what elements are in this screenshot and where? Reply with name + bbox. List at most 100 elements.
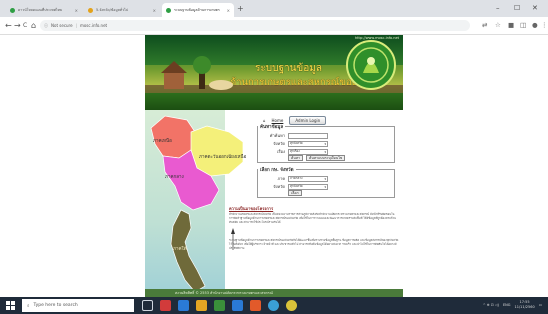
region-label: ภาค: [277, 176, 285, 181]
province-select-fieldset: เลือก กษ. จังหวัด: [257, 166, 395, 198]
thailand-region-map: ภาคเหนือ ภาคตะวันออกเฉียงเหนือ ภาคกลาง ภ…: [150, 115, 247, 293]
notification-icon[interactable]: ▭: [539, 303, 542, 307]
keyword-input[interactable]: [288, 132, 328, 139]
browser-tab-2[interactable]: 5.จังหวัด/ข้อมูลทั่วไป ×: [84, 3, 160, 17]
reload-button[interactable]: C: [23, 21, 27, 30]
site-footer: สงวนลิขสิทธิ์ © 2553 สำนักงานปลัดกระทรวง…: [145, 289, 403, 297]
province-select-2-value: ทุกจังหวัด: [290, 184, 303, 188]
map-label-northeast[interactable]: ภาคตะวันออกเฉียงเหนือ: [199, 153, 247, 160]
province-label: จังหวัด: [273, 141, 285, 146]
windows-start-icon[interactable]: [6, 301, 15, 310]
search-row-province: จังหวัด ทุกจังหวัด ▾: [263, 140, 328, 147]
bookmark-star-icon[interactable]: ☆: [495, 22, 501, 29]
region-select-value: ภาคกลาง: [290, 176, 303, 180]
browser-toolbar: ← → C ⌂ ⓘ Not secure | mosc.info.net ⇄ ☆…: [0, 17, 548, 35]
province-select[interactable]: ทุกจังหวัด ▾: [288, 140, 328, 147]
back-button[interactable]: ←: [5, 21, 12, 30]
word-icon[interactable]: [232, 300, 243, 311]
province-select-legend: เลือก กษ. จังหวัด: [260, 168, 294, 173]
minimize-button[interactable]: –: [496, 4, 500, 12]
home-button[interactable]: ⌂: [31, 21, 36, 30]
taskbar-search-placeholder: Type here to search: [33, 303, 78, 308]
map-region-northeast: [190, 125, 244, 177]
topic-select[interactable]: ทุกเรื่อง ▾: [288, 148, 328, 155]
address-separator: |: [75, 23, 77, 28]
banner-title-line1: ระบบฐานข้อมูล: [255, 63, 322, 74]
task-view-icon[interactable]: [142, 300, 153, 311]
taskbar-app-icon[interactable]: [250, 300, 261, 311]
clock[interactable]: 17:55 11/11/2560: [515, 300, 535, 310]
select-row-province: จังหวัด ทุกจังหวัด ▾: [263, 183, 328, 190]
banner-illustration: [161, 56, 233, 90]
windows-taskbar: ⌕ Type here to search ^ ⊕ ⊡ ◁) ENG 17:55…: [0, 297, 548, 314]
about-title: ความเป็นมาของโครงการ: [229, 206, 274, 211]
ministry-seal-logo: [346, 40, 396, 90]
profile-icon[interactable]: ●: [532, 22, 538, 29]
maximize-button[interactable]: ☐: [514, 4, 520, 12]
tab-title: ระบบฐานข้อมูลด้านการเกษตร: [174, 8, 220, 12]
security-label: Not secure: [51, 23, 73, 28]
browser-tab-3-active[interactable]: ระบบฐานข้อมูลด้านการเกษตร ×: [162, 3, 234, 17]
province-select-2[interactable]: ทุกจังหวัด ▾: [288, 183, 328, 190]
banner-wave: [145, 93, 403, 110]
language-indicator[interactable]: ENG: [503, 303, 511, 307]
search-button[interactable]: ค้นหา: [288, 155, 304, 161]
map-label-central[interactable]: ภาคกลาง: [165, 175, 184, 180]
chevron-down-icon: ▾: [324, 176, 326, 181]
topic-label: เรื่อง: [277, 149, 285, 154]
translate-icon[interactable]: ⇄: [482, 22, 487, 29]
tab-favicon-icon: [10, 7, 15, 13]
tab-favicon-icon: [166, 7, 171, 13]
new-tab-button[interactable]: +: [237, 5, 244, 13]
province-label-2: จังหวัด: [273, 184, 285, 189]
taskbar-app-icon[interactable]: [160, 300, 171, 311]
store-icon[interactable]: [214, 300, 225, 311]
taskbar-app-icon[interactable]: [286, 300, 297, 311]
tray-icons[interactable]: ^ ⊕ ⊡ ◁): [483, 303, 499, 307]
chevron-down-icon: ▾: [324, 141, 326, 146]
search-legend: ค้นหาข้อมูล: [260, 125, 284, 130]
address-bar[interactable]: ⓘ Not secure | mosc.info.net: [40, 20, 470, 31]
menu-icon[interactable]: ⋮: [541, 22, 548, 29]
search-row-topic: เรื่อง ทุกเรื่อง ▾: [263, 148, 328, 155]
tab-close-icon[interactable]: ×: [227, 8, 230, 13]
region-select[interactable]: ภาคกลาง ▾: [288, 175, 328, 182]
browser-tab-bar: ดาวน์โหลดแผนที่ประเทศไทย × 5.จังหวัด/ข้อ…: [0, 0, 548, 17]
select-buttons: เลือก: [288, 190, 302, 196]
chevron-down-icon: ▾: [324, 149, 326, 154]
chrome-icon[interactable]: [268, 300, 279, 311]
info-icon[interactable]: ⓘ: [44, 23, 48, 29]
select-row-region: ภาค ภาคกลาง ▾: [263, 175, 328, 182]
keyword-label: คำค้นหา: [269, 133, 285, 138]
extension-icon[interactable]: ■: [508, 22, 514, 29]
taskbar-search-box[interactable]: ⌕ Type here to search: [22, 299, 134, 312]
tab-favicon-icon: [88, 7, 93, 13]
search-icon: ⌕: [27, 303, 30, 309]
address-url: mosc.info.net: [79, 23, 108, 28]
select-go-button[interactable]: เลือก: [288, 190, 302, 196]
about-paragraph-2: ระบบฐานข้อมูลด้านการเกษตรและสหกรณ์ของจัง…: [229, 238, 399, 250]
page-viewport: http://www.mosc-info.net ระบบฐานข้อมูล ด…: [0, 35, 548, 297]
site-container: http://www.mosc-info.net ระบบฐานข้อมูล ด…: [145, 35, 403, 297]
province-select-value: ทุกจังหวัด: [290, 141, 303, 145]
close-window-button[interactable]: ✕: [532, 4, 538, 12]
map-label-north[interactable]: ภาคเหนือ: [153, 137, 172, 144]
search-row-keyword: คำค้นหา: [263, 132, 328, 139]
tab-title: ดาวน์โหลดแผนที่ประเทศไทย: [18, 8, 63, 12]
topic-select-value: ทุกเรื่อง: [290, 149, 300, 153]
tab-title: 5.จังหวัด/ข้อมูลทั่วไป: [96, 8, 129, 12]
about-paragraph-1: สำนักงานเกษตรและสหกรณ์จังหวัด เป็นหน่วยง…: [229, 212, 396, 224]
tab-close-icon[interactable]: ×: [153, 8, 156, 13]
edge-browser-icon[interactable]: [178, 300, 189, 311]
advanced-search-button[interactable]: ค้นหาแบบระบุเงื่อนไข: [306, 155, 346, 161]
chevron-down-icon: ▾: [324, 184, 326, 189]
clock-date: 11/11/2560: [514, 305, 535, 309]
map-label-south[interactable]: ภาคใต้: [173, 246, 187, 252]
browser-tab-1[interactable]: ดาวน์โหลดแผนที่ประเทศไทย ×: [6, 3, 82, 17]
cast-icon[interactable]: ◫: [520, 22, 526, 29]
forward-button[interactable]: →: [14, 21, 21, 30]
site-banner: http://www.mosc-info.net ระบบฐานข้อมูล ด…: [145, 35, 403, 110]
tab-close-icon[interactable]: ×: [75, 8, 78, 13]
file-explorer-icon[interactable]: [196, 300, 207, 311]
search-buttons: ค้นหา ค้นหาแบบระบุเงื่อนไข: [288, 155, 346, 161]
